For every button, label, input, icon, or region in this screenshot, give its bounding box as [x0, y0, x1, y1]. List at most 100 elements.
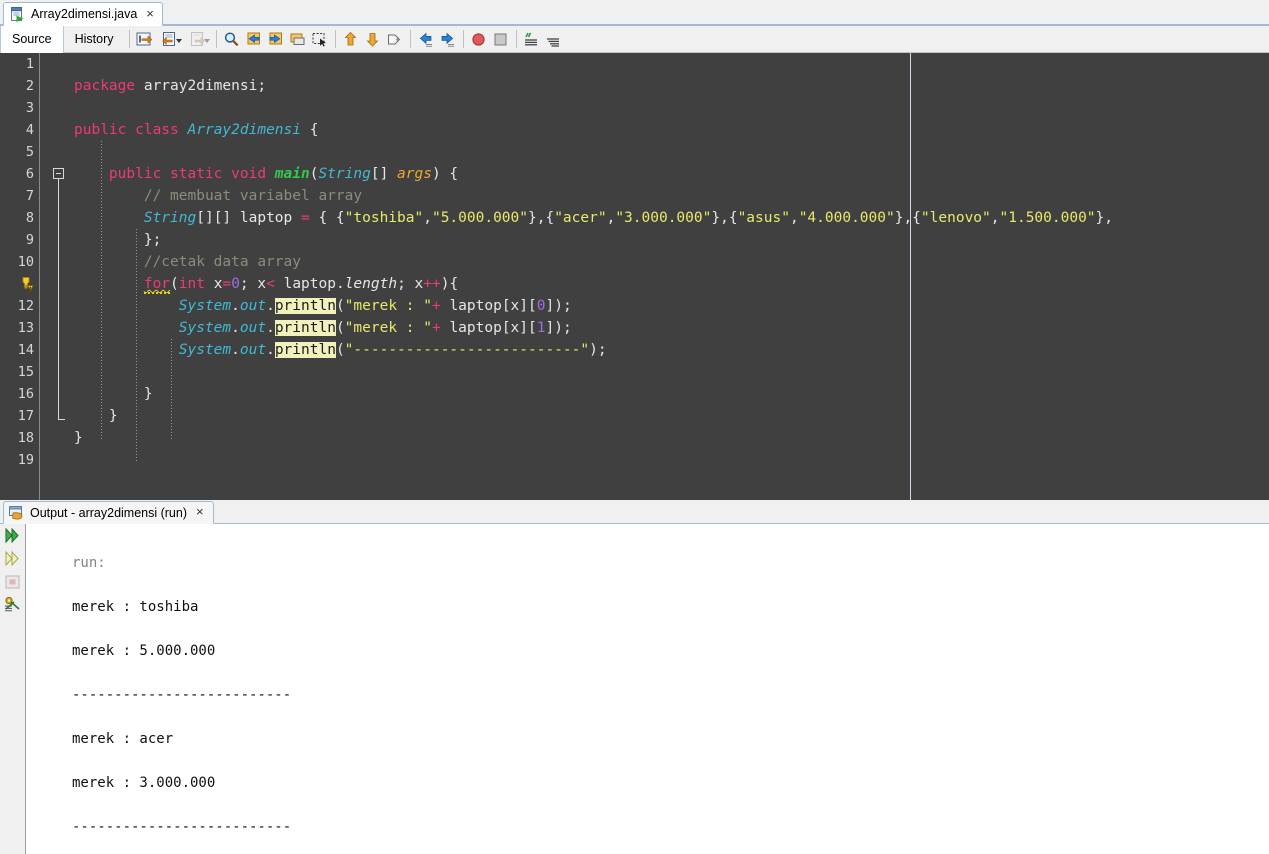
code-line: };	[74, 232, 162, 248]
last-edit-icon[interactable]	[134, 28, 156, 50]
indent-guide	[171, 339, 172, 441]
line-number: 15	[17, 364, 34, 380]
right-margin-line	[910, 53, 911, 500]
output-text[interactable]: run: merek : toshiba merek : 5.000.000 -…	[26, 524, 1269, 854]
line-number: 8	[25, 210, 34, 226]
output-line: merek : 3.000.000	[72, 775, 216, 791]
code-line: public static void main(String[] args) {	[108, 166, 459, 182]
line-number: 1	[25, 56, 34, 72]
find-selection-icon[interactable]	[221, 28, 243, 50]
fold-line	[58, 179, 59, 419]
line-number: 16	[17, 386, 34, 402]
output-line: merek : toshiba	[72, 599, 199, 615]
line-number: 3	[25, 100, 34, 116]
clear-output-icon[interactable]	[3, 595, 23, 615]
toolbar-divider	[462, 30, 464, 48]
close-icon[interactable]: ×	[143, 7, 155, 22]
line-number-replaced-by-warning	[0, 273, 39, 295]
code-line: }	[74, 386, 153, 402]
stop-icon[interactable]	[490, 28, 512, 50]
toolbar-divider	[409, 30, 411, 48]
line-number-gutter: 1 2 3 4 5 6 7 8 9 10 12 13 14 15 16 17 1…	[0, 53, 40, 500]
code-editor[interactable]: 1 2 3 4 5 6 7 8 9 10 12 13 14 15 16 17 1…	[0, 53, 1269, 500]
line-number: 13	[17, 320, 34, 336]
editor-tab-bar: Array2dimensi.java ×	[0, 0, 1269, 26]
editor-toolbar: Source History	[0, 25, 1269, 53]
output-tab-array2dimensi-run[interactable]: Output - array2dimensi (run) ×	[3, 501, 214, 524]
editor-tab-label: Array2dimensi.java	[31, 7, 138, 21]
next-error-icon[interactable]	[362, 28, 384, 50]
comment-icon[interactable]	[521, 28, 543, 50]
close-icon[interactable]: ×	[193, 505, 205, 520]
code-line: // membuat variabel array	[143, 188, 363, 204]
fold-marker-collapse[interactable]	[53, 168, 64, 179]
tab-history[interactable]: History	[64, 26, 125, 53]
output-line: --------------------------	[72, 687, 292, 703]
next-bookmark-icon[interactable]	[265, 28, 287, 50]
forward-arrow-doc-icon[interactable]	[184, 28, 212, 50]
toolbar-divider	[215, 30, 217, 48]
line-number: 5	[25, 144, 34, 160]
toolbar-divider	[334, 30, 336, 48]
toggle-breakpoint-icon[interactable]	[468, 28, 490, 50]
fix-imports-icon[interactable]	[384, 28, 406, 50]
output-line: merek : acer	[72, 731, 174, 747]
uncomment-icon[interactable]	[543, 28, 565, 50]
chevron-down-icon[interactable]	[175, 39, 182, 43]
output-tab-bar: Output - array2dimensi (run) ×	[0, 500, 1269, 524]
line-number: 2	[25, 78, 34, 94]
toggle-bookmark-icon[interactable]	[287, 28, 309, 50]
fold-line-end	[58, 419, 65, 420]
stop-process-icon[interactable]	[3, 572, 23, 592]
output-panel: Output - array2dimensi (run) × run: mere…	[0, 500, 1269, 854]
netbeans-ide-window: Array2dimensi.java × Source History 1 2 …	[0, 0, 1269, 854]
line-number: 17	[17, 408, 34, 424]
rerun-alt-icon[interactable]	[3, 549, 23, 569]
shift-right-icon[interactable]	[437, 28, 459, 50]
code-line: System.out.println("merek : "+ laptop[x]…	[178, 298, 572, 314]
line-number: 9	[25, 232, 34, 248]
line-number: 7	[25, 188, 34, 204]
warning-lightbulb-icon[interactable]	[18, 276, 34, 292]
code-line: public class Array2dimensi {	[74, 122, 319, 138]
line-number: 6	[25, 166, 34, 182]
previous-error-icon[interactable]	[340, 28, 362, 50]
tab-bar-underline	[0, 24, 1269, 25]
code-line: package array2dimensi;	[74, 78, 267, 94]
toolbar-divider	[515, 30, 517, 48]
line-number: 10	[17, 254, 34, 270]
previous-bookmark-icon[interactable]	[243, 28, 265, 50]
code-line: for(int x=0; x< laptop.length; x++){	[143, 276, 459, 294]
code-line: }	[74, 408, 118, 424]
indent-guide	[136, 229, 137, 463]
indent-guide	[101, 141, 102, 441]
code-line: String[][] laptop = { {"toshiba","5.000.…	[143, 210, 1113, 226]
tab-source[interactable]: Source	[0, 25, 64, 53]
output-tab-label: Output - array2dimensi (run)	[30, 505, 188, 520]
output-body: run: merek : toshiba merek : 5.000.000 -…	[0, 524, 1269, 854]
code-fold-column[interactable]	[40, 53, 74, 500]
line-number: 18	[17, 430, 34, 446]
code-text-area[interactable]: package array2dimensi; public class Arra…	[74, 53, 1269, 500]
output-window-icon	[9, 505, 24, 520]
output-line: merek : 5.000.000	[72, 643, 216, 659]
shift-left-icon[interactable]	[415, 28, 437, 50]
code-line: //cetak data array	[143, 254, 301, 270]
code-line: }	[74, 430, 83, 446]
chevron-down-icon[interactable]	[203, 39, 210, 43]
line-number: 19	[17, 452, 34, 468]
code-line: System.out.println("merek : "+ laptop[x]…	[178, 320, 572, 336]
editor-tab-array2dimensi[interactable]: Array2dimensi.java ×	[3, 2, 163, 26]
toolbar-divider	[128, 30, 130, 48]
code-line: System.out.println("--------------------…	[178, 342, 607, 358]
rerun-icon[interactable]	[3, 526, 23, 546]
back-arrow-doc-icon[interactable]	[156, 28, 184, 50]
java-file-icon	[10, 6, 25, 22]
select-rectangular-icon[interactable]	[309, 28, 331, 50]
line-number: 4	[25, 122, 34, 138]
